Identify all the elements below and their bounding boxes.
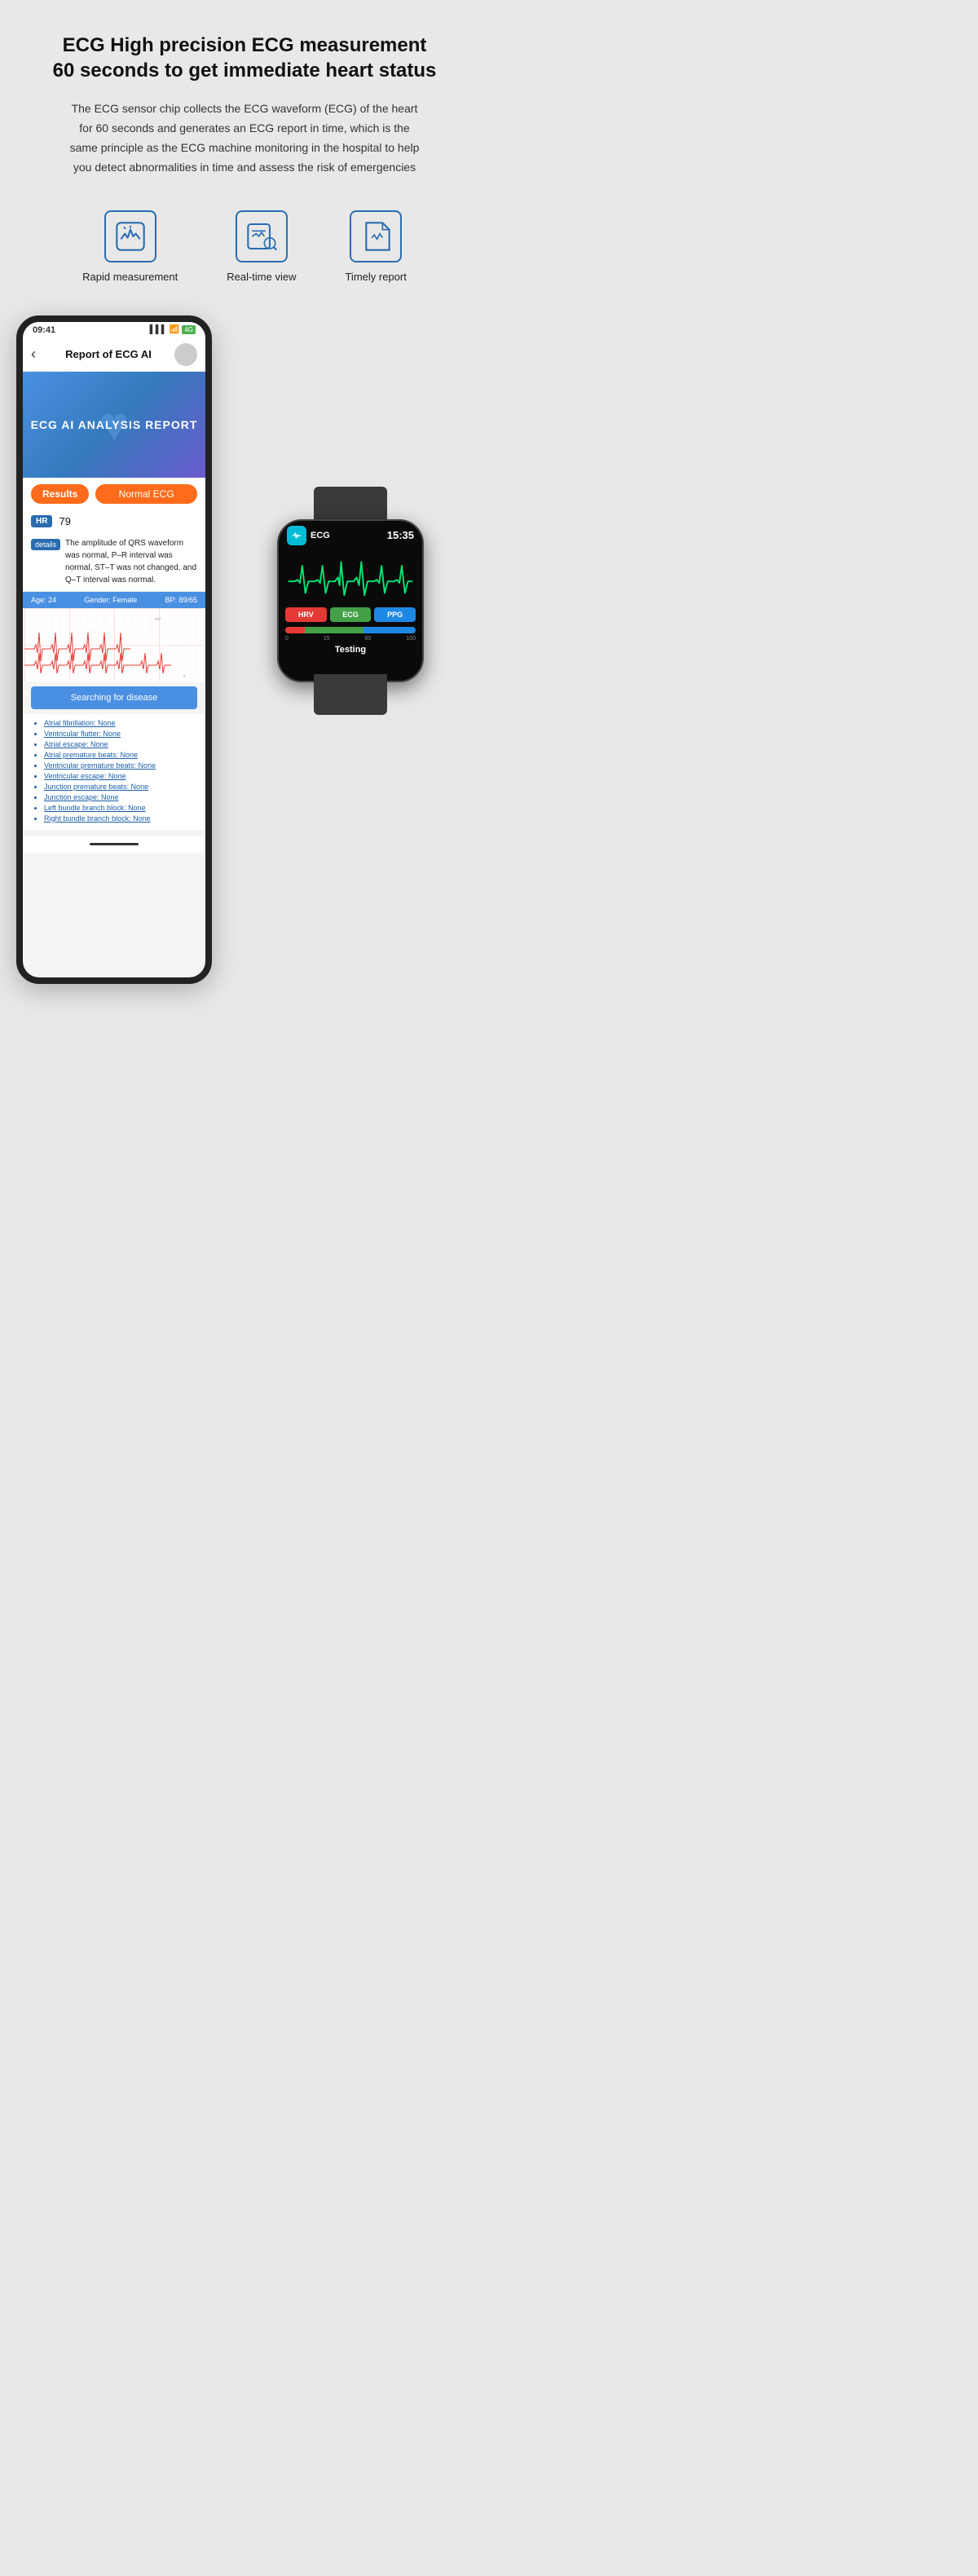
disease-item-2[interactable]: Ventricular flutter: None [44,730,197,738]
hr-value: 79 [59,515,70,527]
phone-status-icons: ▌▌▌ 📶 4G [150,325,196,334]
ecg-chart: mV s [23,608,205,681]
features-row: Rapid measurement Real-time view [82,210,407,283]
hr-row: HR 79 [23,510,205,532]
watch-hrv-progress [285,627,305,633]
details-badge[interactable]: details [31,539,60,550]
results-button[interactable]: Results [31,484,89,504]
watch-time: 15:35 [387,529,414,541]
watch-ecg-progress [305,627,363,633]
gender-label: Gender: Female [84,596,137,604]
watch-screen: ECG 15:35 HRV [279,521,422,681]
results-bar: Results Normal ECG [23,478,205,510]
feature-rapid-measurement: Rapid measurement [82,210,178,283]
home-indicator [90,843,139,845]
watch-band-bottom [314,674,387,715]
signal-icon: ▌▌▌ [150,325,167,334]
disease-item-8[interactable]: Junction escape: None [44,793,197,801]
watch-ecg-graph [279,547,422,604]
normal-ecg-label: Normal ECG [95,484,197,504]
content-area: 09:41 ▌▌▌ 📶 4G ‹ Report of ECG AI ♥ ECG … [16,315,473,984]
watch-top-bar: ECG 15:35 [279,521,422,547]
age-label: Age: 24 [31,596,56,604]
searching-button[interactable]: Searching for disease [31,686,197,709]
disease-item-7[interactable]: Junction premature beats: None [44,783,197,791]
watch-buttons-row: HRV ECG PPG [279,604,422,625]
label-0: 0 [285,636,289,642]
phone-avatar [174,343,197,366]
battery-icon: 4G [182,325,196,334]
watch-ppg-button[interactable]: PPG [374,607,416,622]
feature-timely-report: Timely report [345,210,406,283]
phone-header: ‹ Report of ECG AI [23,338,205,372]
watch-app-label: ECG [311,531,330,540]
watch-testing-label: Testing [279,642,422,657]
disease-item-10[interactable]: Right bundle branch block: None [44,814,197,823]
details-text: The amplitude of QRS waveform was normal… [65,537,197,586]
watch-hrv-button[interactable]: HRV [285,607,327,622]
hr-badge: HR [31,515,52,527]
disease-item-9[interactable]: Left bundle branch block: None [44,804,197,812]
watch-area: ECG 15:35 HRV [228,315,473,707]
watch-ecg-button[interactable]: ECG [330,607,372,622]
disease-item-3[interactable]: Atrial escape: None [44,740,197,748]
timely-report-icon [350,210,402,262]
disease-item-5[interactable]: Ventricular premature beats: None [44,761,197,770]
watch-progress-labels: 0 15 60 100 [279,635,422,642]
feature-realtime-view: Real-time view [227,210,296,283]
bp-label: BP: 89/65 [165,596,197,604]
disease-item-1[interactable]: Atrial fibrillation: None [44,719,197,727]
realtime-view-label: Real-time view [227,271,296,283]
watch-ecg-app-icon [287,526,306,545]
label-60: 60 [365,636,372,642]
rapid-measurement-label: Rapid measurement [82,271,178,283]
disease-list-items: Atrial fibrillation: None Ventricular fl… [31,719,197,823]
ecg-banner: ♥ ECG AI ANALYSIS REPORT [23,372,205,478]
wifi-icon: 📶 [170,325,179,334]
label-100: 100 [406,636,416,642]
watch-progress-bar [285,627,416,633]
watch-crown [422,589,424,613]
patient-info-box: Age: 24 Gender: Female BP: 89/65 [23,592,205,608]
watch-body: ECG 15:35 HRV [277,519,424,682]
disease-item-4[interactable]: Atrial premature beats: None [44,751,197,759]
phone-status-bar: 09:41 ▌▌▌ 📶 4G [23,322,205,338]
label-15: 15 [324,636,330,642]
back-button[interactable]: ‹ [31,346,36,363]
ecg-banner-text: ECG AI ANALYSIS REPORT [31,418,198,431]
phone-mockup: 09:41 ▌▌▌ 📶 4G ‹ Report of ECG AI ♥ ECG … [16,315,212,984]
page-wrapper: ECG High precision ECG measurement 60 se… [0,0,489,1017]
phone-time: 09:41 [33,325,55,335]
main-description: The ECG sensor chip collects the ECG wav… [65,99,424,177]
watch-container: ECG 15:35 HRV [261,479,440,707]
details-row: details The amplitude of QRS waveform wa… [23,532,205,592]
disease-item-6[interactable]: Ventricular escape: None [44,772,197,780]
realtime-view-icon [236,210,288,262]
main-title: ECG High precision ECG measurement 60 se… [53,33,437,83]
timely-report-label: Timely report [345,271,406,283]
watch-ppg-progress [363,627,416,633]
disease-list: Atrial fibrillation: None Ventricular fl… [23,714,205,830]
svg-text:mV: mV [155,617,161,622]
phone-home-bar [23,836,205,853]
rapid-measurement-icon [104,210,156,262]
phone-header-title: Report of ECG AI [42,348,174,360]
